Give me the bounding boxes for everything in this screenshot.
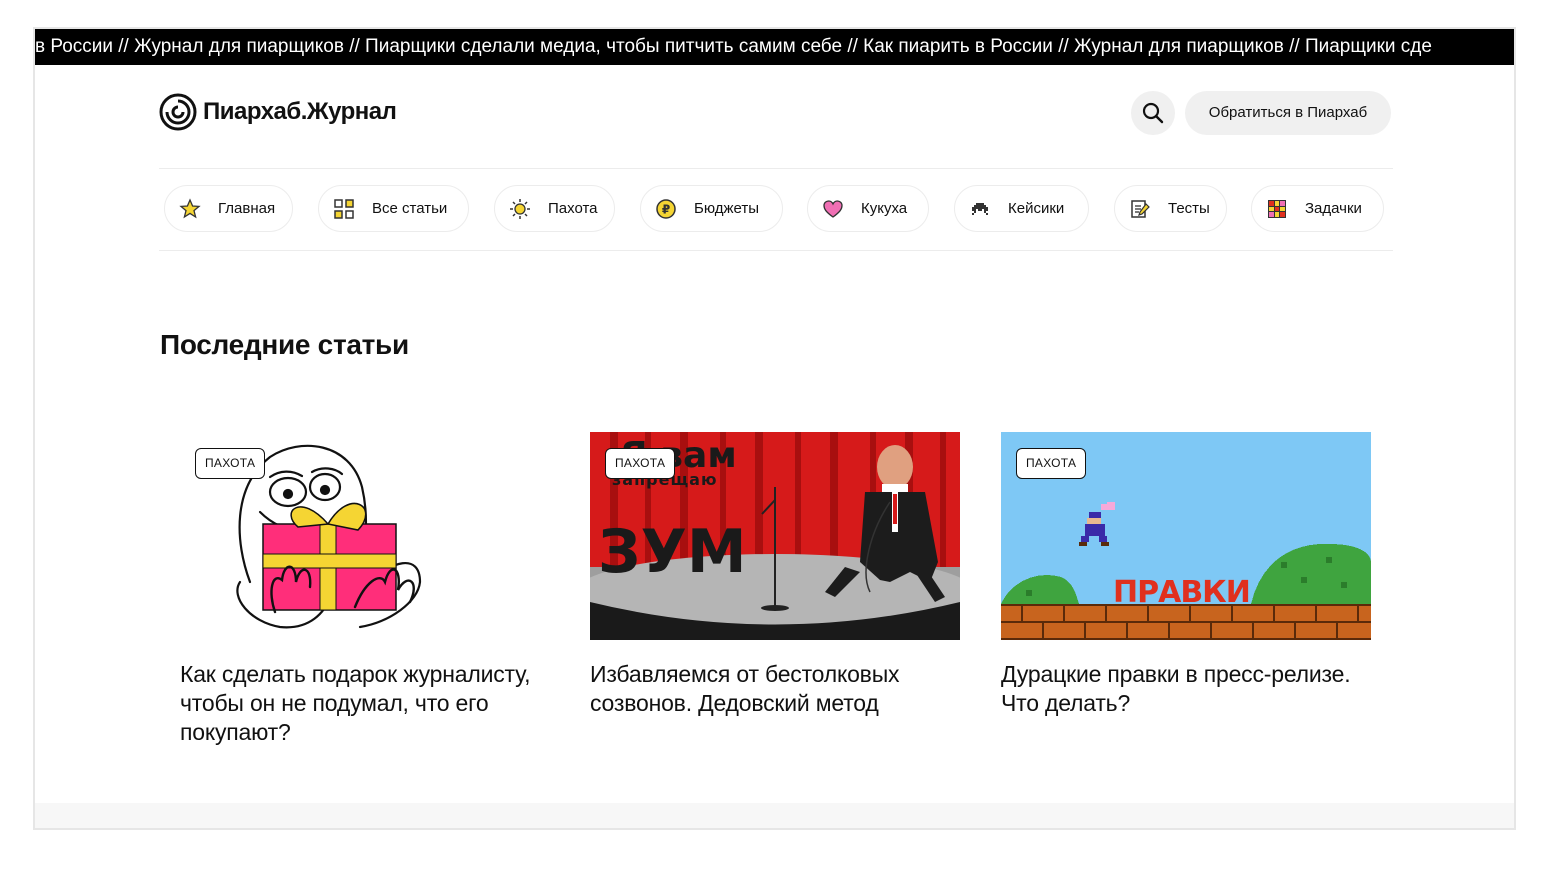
nav-item-pakhota[interactable]: Пахота [494, 185, 615, 232]
category-tag[interactable]: ПАХОТА [605, 448, 676, 479]
ruble-coin-icon: ₽ [655, 198, 677, 220]
category-tag[interactable]: ПАХОТА [195, 448, 266, 479]
contact-button[interactable]: Обратиться в Пиархаб [1185, 91, 1391, 135]
logo[interactable]: Пиархаб.Журнал [159, 93, 397, 131]
category-tag[interactable]: ПАХОТА [1016, 448, 1087, 479]
footer-band [35, 803, 1514, 828]
site-header: Пиархаб.Журнал Обратиться в Пиархаб [159, 89, 1393, 137]
header-divider [159, 168, 1393, 169]
nav-item-all-articles[interactable]: Все статьи [318, 185, 469, 232]
nav-divider [159, 250, 1393, 251]
nav-item-label: Кукуха [861, 200, 908, 217]
logo-text: Пиархаб.Журнал [203, 98, 397, 125]
nav-item-home[interactable]: Главная [164, 185, 293, 232]
search-icon [1142, 102, 1164, 124]
ticker-text: в России // Журнал для пиарщиков // Пиар… [35, 36, 1432, 57]
nav-item-cases[interactable]: Кейсики [954, 185, 1089, 232]
nav-item-tests[interactable]: Тесты [1114, 185, 1227, 232]
nav-item-label: Кейсики [1008, 200, 1065, 217]
section-title: Последние статьи [160, 329, 409, 360]
nav-item-label: Задачки [1305, 200, 1362, 217]
space-invader-icon [969, 198, 991, 220]
nav-item-label: Тесты [1168, 200, 1210, 217]
article-card[interactable]: ПРАВКИ ПАХОТА Дурацкие правки в пресс-ре… [1001, 432, 1371, 718]
article-image[interactable]: ПРАВКИ ПАХОТА [1001, 432, 1371, 640]
ticker-marquee: в России // Журнал для пиарщиков // Пиар… [35, 29, 1514, 65]
article-image[interactable]: Я вам запрещаю ЗУМ ПАХОТА [590, 432, 960, 640]
colored-grid-icon [1266, 198, 1288, 220]
nav-item-label: Главная [218, 200, 276, 217]
nav-item-label: Пахота [548, 200, 598, 217]
article-title[interactable]: Дурацкие правки в пресс-релизе. Что дела… [1001, 660, 1371, 718]
nav-item-label: Все статьи [372, 200, 448, 217]
article-title[interactable]: Избавляемся от бестолковых созвонов. Дед… [590, 660, 960, 718]
search-button[interactable] [1131, 91, 1175, 135]
sun-icon [509, 198, 531, 220]
nav-item-tasks[interactable]: Задачки [1251, 185, 1384, 232]
heart-icon [822, 198, 844, 220]
article-card[interactable]: Я вам запрещаю ЗУМ ПАХОТА Избавляемся от… [590, 432, 960, 718]
star-icon [179, 197, 201, 220]
svg-text:₽: ₽ [662, 202, 670, 216]
logo-icon [159, 93, 197, 131]
nav-item-label: Бюджеты [694, 200, 760, 217]
article-image[interactable]: ПАХОТА [180, 432, 550, 640]
nav-item-kukukha[interactable]: Кукуха [807, 185, 929, 232]
page-frame: в России // Журнал для пиарщиков // Пиар… [33, 27, 1516, 830]
article-title[interactable]: Как сделать подарок журналисту, чтобы он… [180, 660, 550, 747]
grid-icon [333, 198, 355, 220]
zoom-image-text-3: ЗУМ [598, 517, 747, 587]
article-card[interactable]: ПАХОТА Как сделать подарок журналисту, ч… [180, 432, 550, 747]
memo-icon [1129, 198, 1151, 220]
nav-item-budgets[interactable]: ₽ Бюджеты [640, 185, 783, 232]
